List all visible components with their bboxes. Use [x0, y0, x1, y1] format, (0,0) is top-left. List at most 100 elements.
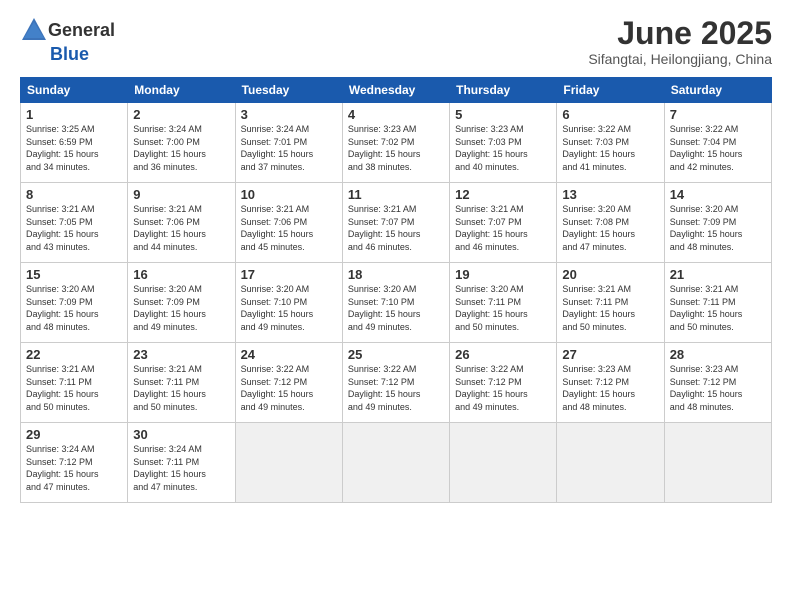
day-detail: Sunrise: 3:24 AM — [26, 443, 122, 456]
table-row: 17Sunrise: 3:20 AMSunset: 7:10 PMDayligh… — [235, 263, 342, 343]
day-detail: Sunset: 7:10 PM — [241, 296, 337, 309]
daylight-label: Daylight: 15 hours — [133, 388, 229, 401]
day-detail: and 42 minutes. — [670, 161, 766, 174]
day-detail: Sunset: 7:08 PM — [562, 216, 658, 229]
day-info: Sunrise: 3:21 AMSunset: 7:07 PMDaylight:… — [348, 203, 444, 253]
daylight-label: Daylight: 15 hours — [670, 388, 766, 401]
daylight-label: Daylight: 15 hours — [133, 468, 229, 481]
daylight-label: Daylight: 15 hours — [670, 148, 766, 161]
day-detail: and 45 minutes. — [241, 241, 337, 254]
day-number: 5 — [455, 107, 551, 122]
col-saturday: Saturday — [664, 78, 771, 103]
day-detail: Sunrise: 3:24 AM — [241, 123, 337, 136]
table-row: 15Sunrise: 3:20 AMSunset: 7:09 PMDayligh… — [21, 263, 128, 343]
day-detail: Sunrise: 3:20 AM — [670, 203, 766, 216]
table-row: 6Sunrise: 3:22 AMSunset: 7:03 PMDaylight… — [557, 103, 664, 183]
table-row: 29Sunrise: 3:24 AMSunset: 7:12 PMDayligh… — [21, 423, 128, 503]
table-row: 24Sunrise: 3:22 AMSunset: 7:12 PMDayligh… — [235, 343, 342, 423]
day-detail: Sunset: 7:00 PM — [133, 136, 229, 149]
table-row: 1Sunrise: 3:25 AMSunset: 6:59 PMDaylight… — [21, 103, 128, 183]
page: General Blue June 2025 Sifangtai, Heilon… — [0, 0, 792, 612]
day-info: Sunrise: 3:22 AMSunset: 7:12 PMDaylight:… — [455, 363, 551, 413]
table-row: 14Sunrise: 3:20 AMSunset: 7:09 PMDayligh… — [664, 183, 771, 263]
header: General Blue June 2025 Sifangtai, Heilon… — [20, 16, 772, 67]
day-detail: Sunset: 7:12 PM — [455, 376, 551, 389]
table-row — [342, 423, 449, 503]
day-info: Sunrise: 3:22 AMSunset: 7:12 PMDaylight:… — [348, 363, 444, 413]
calendar-location: Sifangtai, Heilongjiang, China — [588, 51, 772, 67]
day-detail: Sunrise: 3:22 AM — [562, 123, 658, 136]
day-detail: Sunrise: 3:23 AM — [562, 363, 658, 376]
day-detail: Sunset: 7:11 PM — [26, 376, 122, 389]
day-info: Sunrise: 3:23 AMSunset: 7:12 PMDaylight:… — [670, 363, 766, 413]
day-detail: Sunrise: 3:21 AM — [133, 203, 229, 216]
day-info: Sunrise: 3:21 AMSunset: 7:05 PMDaylight:… — [26, 203, 122, 253]
day-detail: Sunset: 7:12 PM — [562, 376, 658, 389]
daylight-label: Daylight: 15 hours — [241, 388, 337, 401]
day-detail: Sunrise: 3:22 AM — [670, 123, 766, 136]
table-row: 25Sunrise: 3:22 AMSunset: 7:12 PMDayligh… — [342, 343, 449, 423]
day-info: Sunrise: 3:21 AMSunset: 7:07 PMDaylight:… — [455, 203, 551, 253]
day-detail: and 36 minutes. — [133, 161, 229, 174]
day-number: 18 — [348, 267, 444, 282]
day-detail: Sunset: 7:09 PM — [133, 296, 229, 309]
day-detail: Sunset: 7:12 PM — [26, 456, 122, 469]
table-row: 22Sunrise: 3:21 AMSunset: 7:11 PMDayligh… — [21, 343, 128, 423]
day-number: 8 — [26, 187, 122, 202]
day-info: Sunrise: 3:20 AMSunset: 7:09 PMDaylight:… — [26, 283, 122, 333]
day-detail: and 48 minutes. — [670, 401, 766, 414]
table-row: 9Sunrise: 3:21 AMSunset: 7:06 PMDaylight… — [128, 183, 235, 263]
day-detail: and 49 minutes. — [241, 321, 337, 334]
day-detail: Sunset: 7:12 PM — [241, 376, 337, 389]
day-info: Sunrise: 3:20 AMSunset: 7:10 PMDaylight:… — [348, 283, 444, 333]
day-detail: Sunset: 7:11 PM — [455, 296, 551, 309]
day-number: 25 — [348, 347, 444, 362]
day-info: Sunrise: 3:22 AMSunset: 7:03 PMDaylight:… — [562, 123, 658, 173]
table-row: 11Sunrise: 3:21 AMSunset: 7:07 PMDayligh… — [342, 183, 449, 263]
daylight-label: Daylight: 15 hours — [562, 388, 658, 401]
day-detail: Sunset: 6:59 PM — [26, 136, 122, 149]
daylight-label: Daylight: 15 hours — [26, 148, 122, 161]
day-detail: Sunset: 7:01 PM — [241, 136, 337, 149]
day-detail: Sunset: 7:02 PM — [348, 136, 444, 149]
day-number: 19 — [455, 267, 551, 282]
day-info: Sunrise: 3:24 AMSunset: 7:01 PMDaylight:… — [241, 123, 337, 173]
daylight-label: Daylight: 15 hours — [455, 308, 551, 321]
table-row: 7Sunrise: 3:22 AMSunset: 7:04 PMDaylight… — [664, 103, 771, 183]
daylight-label: Daylight: 15 hours — [348, 228, 444, 241]
day-number: 2 — [133, 107, 229, 122]
day-number: 23 — [133, 347, 229, 362]
daylight-label: Daylight: 15 hours — [455, 388, 551, 401]
day-detail: and 50 minutes. — [26, 401, 122, 414]
day-detail: Sunrise: 3:20 AM — [26, 283, 122, 296]
day-detail: Sunset: 7:03 PM — [455, 136, 551, 149]
day-info: Sunrise: 3:20 AMSunset: 7:09 PMDaylight:… — [670, 203, 766, 253]
day-detail: Sunrise: 3:21 AM — [562, 283, 658, 296]
day-detail: Sunrise: 3:23 AM — [455, 123, 551, 136]
day-number: 13 — [562, 187, 658, 202]
day-number: 14 — [670, 187, 766, 202]
day-detail: Sunrise: 3:21 AM — [670, 283, 766, 296]
day-detail: Sunrise: 3:24 AM — [133, 123, 229, 136]
day-detail: Sunrise: 3:25 AM — [26, 123, 122, 136]
day-number: 20 — [562, 267, 658, 282]
day-number: 12 — [455, 187, 551, 202]
table-row: 30Sunrise: 3:24 AMSunset: 7:11 PMDayligh… — [128, 423, 235, 503]
table-row: 19Sunrise: 3:20 AMSunset: 7:11 PMDayligh… — [450, 263, 557, 343]
day-number: 26 — [455, 347, 551, 362]
daylight-label: Daylight: 15 hours — [348, 388, 444, 401]
daylight-label: Daylight: 15 hours — [26, 388, 122, 401]
day-number: 24 — [241, 347, 337, 362]
day-info: Sunrise: 3:21 AMSunset: 7:06 PMDaylight:… — [241, 203, 337, 253]
table-row: 12Sunrise: 3:21 AMSunset: 7:07 PMDayligh… — [450, 183, 557, 263]
day-detail: and 48 minutes. — [26, 321, 122, 334]
day-detail: Sunrise: 3:21 AM — [26, 363, 122, 376]
day-detail: Sunset: 7:07 PM — [348, 216, 444, 229]
table-row — [235, 423, 342, 503]
daylight-label: Daylight: 15 hours — [241, 148, 337, 161]
daylight-label: Daylight: 15 hours — [562, 148, 658, 161]
day-number: 22 — [26, 347, 122, 362]
day-number: 28 — [670, 347, 766, 362]
day-detail: Sunset: 7:06 PM — [133, 216, 229, 229]
day-detail: Sunset: 7:09 PM — [670, 216, 766, 229]
